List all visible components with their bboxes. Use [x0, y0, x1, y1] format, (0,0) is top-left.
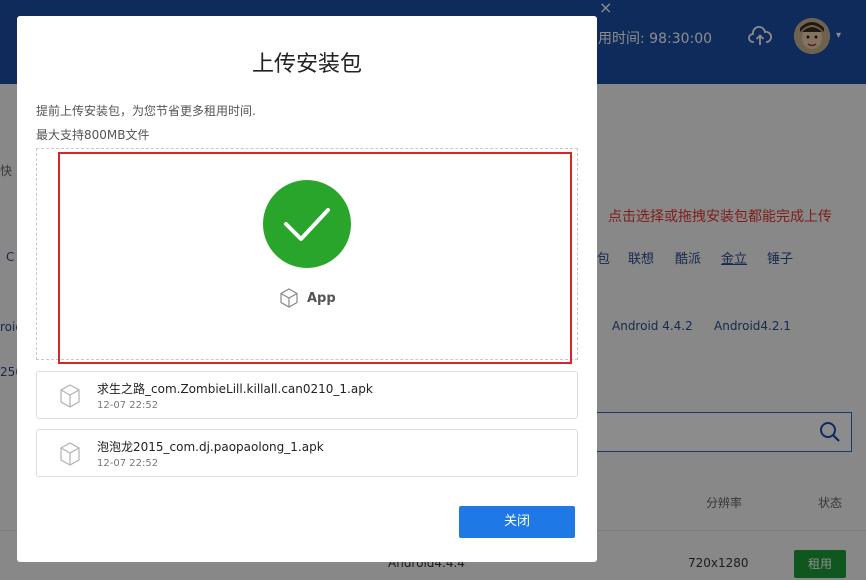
file-name: 求生之路_com.ZombieLill.killall.can0210_1.ap… [97, 382, 373, 396]
file-time: 12-07 22:52 [97, 400, 159, 411]
uploaded-file-item[interactable]: 泡泡龙2015_com.dj.paopaolong_1.apk 12-07 22… [36, 429, 578, 477]
size-limit-text: 最大支持800MB文件 [36, 128, 150, 142]
package-icon [60, 442, 80, 466]
check-icon [263, 180, 351, 268]
dialog-description: 提前上传安装包，为您节省更多租用时间. [36, 104, 256, 118]
package-icon [60, 384, 80, 408]
app-type-label: App [279, 288, 336, 308]
app-label: App [307, 290, 336, 306]
file-name: 泡泡龙2015_com.dj.paopaolong_1.apk [97, 440, 324, 454]
dialog-title: 上传安装包 [251, 52, 362, 77]
upload-dialog: 上传安装包 提前上传安装包，为您节省更多租用时间. 最大支持800MB文件 Ap… [17, 16, 597, 562]
close-button[interactable]: 关闭 [459, 506, 575, 538]
file-time: 12-07 22:52 [97, 458, 159, 469]
uploaded-file-item[interactable]: 求生之路_com.ZombieLill.killall.can0210_1.ap… [36, 371, 578, 419]
package-icon [280, 288, 298, 308]
